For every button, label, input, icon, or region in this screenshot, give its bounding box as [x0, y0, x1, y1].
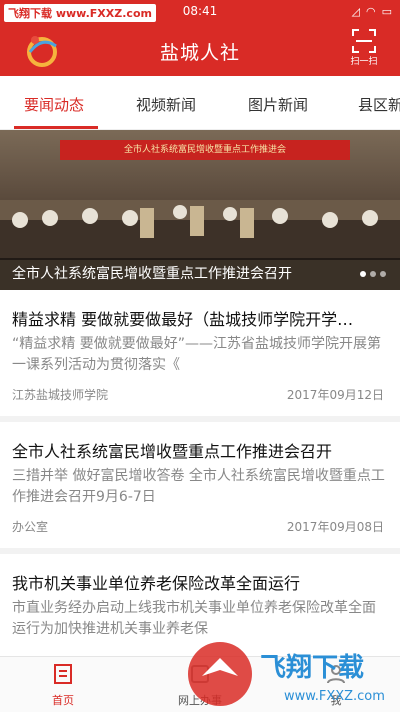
tab-county-news[interactable]: 县区新	[358, 94, 400, 115]
scan-button[interactable]: 扫一扫	[346, 28, 382, 72]
status-bar: 飞翔下载 www.FXXZ.com 08:41 ◿ ◠ ▭	[0, 0, 400, 24]
home-icon	[54, 664, 72, 684]
tab-photo-news[interactable]: 图片新闻	[248, 94, 308, 115]
hero-banner-text: 全市人社系统富民增收暨重点工作推进会	[60, 140, 350, 160]
news-title: 精益求精 要做就要做最好（盐城技师学院开学…	[12, 310, 354, 329]
tab-headlines[interactable]: 要闻动态	[24, 94, 84, 115]
page-title: 盐城人社	[159, 42, 240, 64]
news-date: 2017年09月08日	[286, 520, 384, 534]
carousel-dot	[370, 271, 376, 277]
svg-text:www.FXXZ.com: www.FXXZ.com	[284, 689, 385, 704]
news-source: 江苏盐城技师学院	[12, 388, 109, 402]
news-title: 全市人社系统富民增收暨重点工作推进会召开	[12, 442, 333, 461]
hero-carousel[interactable]: 全市人社系统富民增收暨重点工作推进会 全市人社系统富民增收暨重点工作推进会召开	[0, 130, 400, 290]
wifi-icon: ◠	[365, 5, 376, 18]
signal-icon: ◿	[351, 5, 360, 18]
app-header: 盐城人社 扫一扫	[0, 24, 400, 76]
active-tab-indicator	[14, 126, 98, 129]
news-date: 2017年09月12日	[286, 388, 384, 402]
hero-photo-audience	[0, 205, 400, 260]
carousel-dots	[360, 271, 386, 277]
news-title: 我市机关事业单位养老保险改革全面运行	[12, 574, 301, 593]
category-tabs: 要闻动态 视频新闻 图片新闻 县区新	[0, 76, 400, 130]
status-icons: ◿ ◠ ▭	[352, 5, 392, 18]
svg-text:飞翔下载: 飞翔下载	[260, 653, 364, 683]
tab-video-news[interactable]: 视频新闻	[136, 94, 196, 115]
carousel-dot	[380, 271, 386, 277]
news-summary: 市直业务经办启动上线我市机关事业单位养老保险改革全面运行为加快推进机关事业养老保	[12, 600, 376, 637]
battery-icon: ▭	[381, 5, 392, 18]
news-summary: “精益求精 要做就要做最好”——江苏省盐城技师学院开展第一课系列活动为贯彻落实《	[12, 336, 381, 373]
tabbar-home-label: 首页	[52, 694, 74, 707]
news-item[interactable]: 精益求精 要做就要做最好（盐城技师学院开学… “精益求精 要做就要做最好”——江…	[0, 290, 400, 422]
carousel-dot	[360, 271, 366, 277]
status-time: 08:41	[182, 4, 218, 18]
tabbar-home[interactable]: 首页	[33, 663, 93, 708]
news-item[interactable]: 全市人社系统富民增收暨重点工作推进会召开 三措并举 做好富民增收答卷 全市人社系…	[0, 422, 400, 554]
watermark-logo: 飞翔下载 www.FXXZ.com	[188, 642, 385, 706]
hero-caption: 全市人社系统富民增收暨重点工作推进会召开	[0, 258, 400, 290]
scan-label: 扫一扫	[350, 57, 378, 67]
scan-icon	[352, 29, 376, 53]
news-summary: 三措并举 做好富民增收答卷 全市人社系统富民增收暨重点工作推进会召开9月6-7日	[12, 468, 385, 505]
news-source: 办公室	[12, 520, 49, 534]
